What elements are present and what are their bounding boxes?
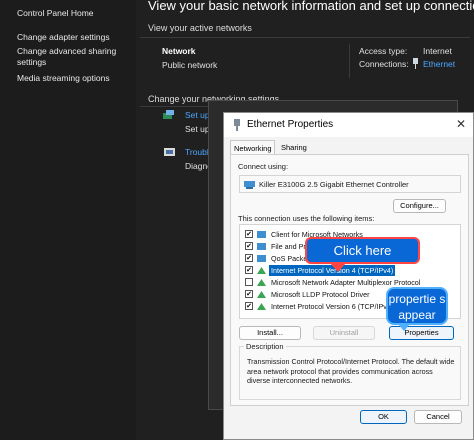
access-type-label: Access type:	[359, 46, 408, 56]
uninstall-button[interactable]: Uninstall	[313, 326, 375, 340]
item-checkbox[interactable]: ✔	[245, 242, 253, 250]
sidebar-item-change-advanced-sharing-cont[interactable]: settings	[17, 57, 46, 67]
dialog-title: Ethernet Properties	[247, 119, 334, 130]
items-label: This connection uses the following items…	[238, 214, 375, 223]
tab-networking[interactable]: Networking	[230, 140, 275, 154]
properties-appear-callout: propertie s appear	[386, 287, 448, 325]
ethernet-icon	[413, 58, 418, 69]
item-checkbox[interactable]: ✔	[245, 254, 253, 262]
install-button[interactable]: Install...	[239, 326, 301, 340]
description-group: Description Transmission Control Protoco…	[239, 342, 461, 400]
item-checkbox[interactable]: ✔	[245, 230, 253, 238]
network-name: Network	[162, 46, 196, 56]
connections-label: Connections:	[359, 59, 409, 69]
connect-using-label: Connect using:	[238, 162, 289, 171]
network-protocol-icon	[257, 291, 266, 298]
sidebar-item-change-advanced-sharing[interactable]: Change advanced sharing	[17, 46, 116, 56]
configure-button[interactable]: Configure...	[393, 199, 446, 213]
network-service-icon	[257, 255, 266, 262]
network-type: Public network	[162, 60, 218, 70]
description-text: Transmission Control Protocol/Internet P…	[247, 357, 455, 385]
item-label: Internet Protocol Version 6 (TCP/IPv6)	[271, 302, 394, 311]
dialog-title-bar[interactable]: Ethernet Properties ✕	[224, 113, 473, 137]
ethernet-icon	[234, 119, 240, 131]
tab-sharing[interactable]: Sharing	[278, 140, 312, 154]
click-here-callout: Click here	[305, 237, 420, 264]
network-protocol-icon	[257, 279, 266, 286]
network-client-icon	[257, 231, 266, 238]
divider	[349, 44, 350, 78]
ethernet-connection-link[interactable]: Ethernet	[423, 59, 455, 69]
description-title: Description	[244, 342, 286, 351]
network-protocol-icon	[257, 303, 266, 310]
sidebar-item-media-streaming[interactable]: Media streaming options	[17, 73, 110, 83]
callout-pointer	[330, 263, 346, 272]
item-checkbox[interactable]: ✔	[245, 290, 253, 298]
network-setup-icon	[163, 110, 174, 119]
sidebar-item-change-adapter-settings[interactable]: Change adapter settings	[17, 32, 110, 42]
adapter-field: Killer E3100G 2.5 Gigabit Ethernet Contr…	[239, 175, 461, 193]
sidebar-item-control-panel-home[interactable]: Control Panel Home	[17, 8, 94, 18]
ethernet-properties-dialog: Ethernet Properties ✕ Networking Sharing…	[223, 112, 474, 440]
network-adapter-icon	[244, 181, 255, 189]
callout-pointer	[398, 324, 410, 331]
active-networks-heading: View your active networks	[148, 23, 252, 33]
item-checkbox[interactable]: ✔	[245, 266, 253, 274]
close-icon[interactable]: ✕	[456, 117, 466, 131]
item-checkbox[interactable]	[245, 278, 253, 286]
ok-button[interactable]: OK	[360, 410, 407, 424]
divider	[140, 37, 470, 38]
item-label: Microsoft LLDP Protocol Driver	[271, 290, 370, 299]
item-checkbox[interactable]: ✔	[245, 302, 253, 310]
page-title: View your basic network information and …	[148, 0, 474, 13]
access-type-value: Internet	[423, 46, 452, 56]
network-protocol-icon	[257, 267, 266, 274]
troubleshoot-icon	[164, 148, 175, 156]
list-item[interactable]: ✔ Internet Protocol Version 4 (TCP/IPv4)	[240, 265, 460, 276]
adapter-name: Killer E3100G 2.5 Gigabit Ethernet Contr…	[259, 180, 409, 189]
network-service-icon	[257, 243, 266, 250]
cancel-button[interactable]: Cancel	[414, 410, 462, 424]
